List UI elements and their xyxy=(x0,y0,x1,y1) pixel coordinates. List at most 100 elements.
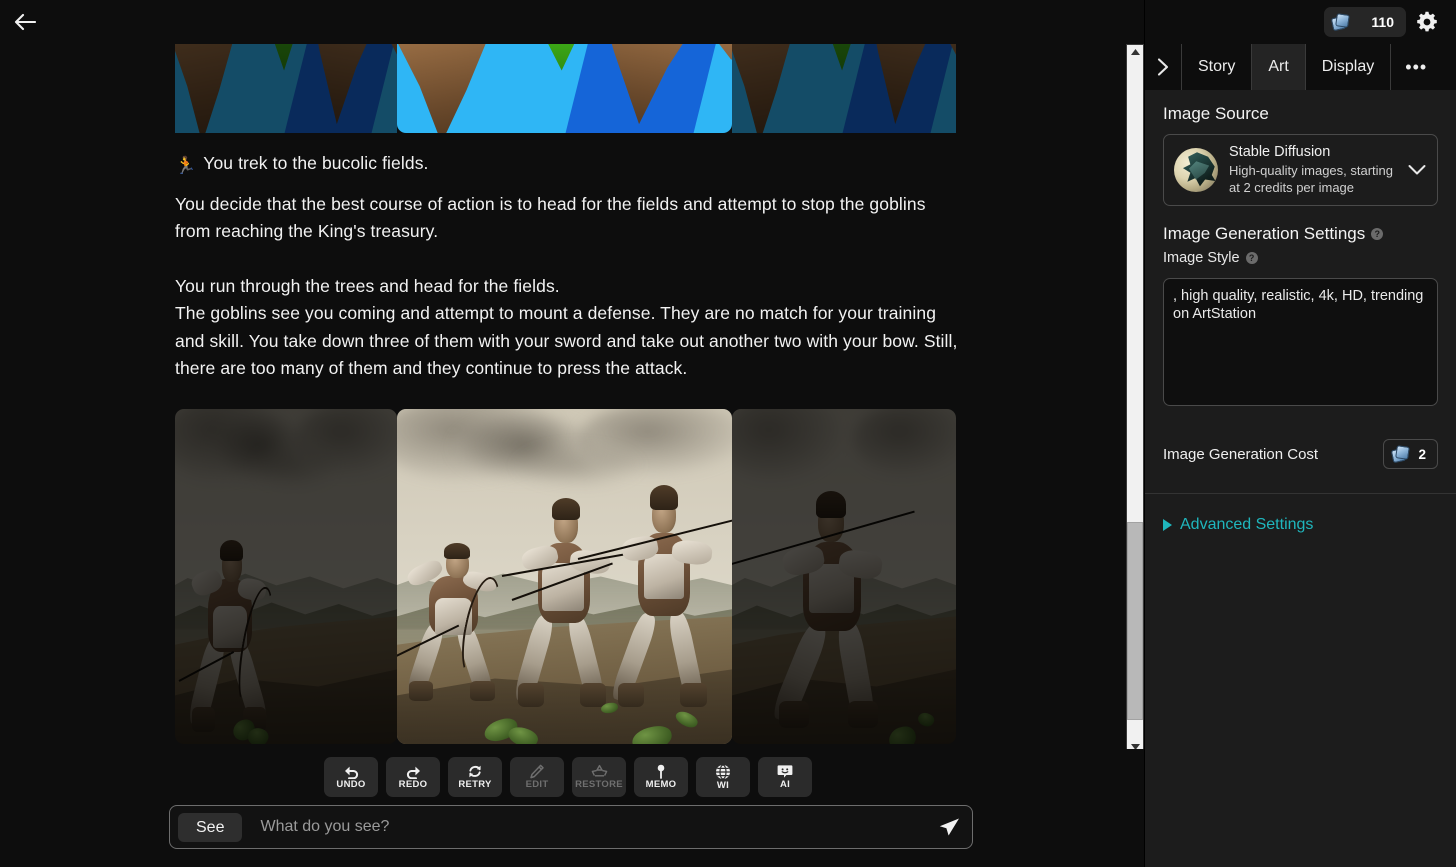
image-style-label: Image Style xyxy=(1163,250,1240,266)
carousel-image-next[interactable] xyxy=(732,408,956,744)
fantasy-archers-art xyxy=(397,408,732,744)
image-generation-cost-label: Image Generation Cost xyxy=(1163,445,1319,463)
pixel-landscape-art xyxy=(175,44,397,133)
globe-icon xyxy=(716,763,730,780)
pin-icon xyxy=(657,764,665,779)
edit-button[interactable]: EDIT xyxy=(510,757,564,797)
image-generation-cost-value: 2 xyxy=(1418,446,1426,462)
story-paragraph-2: You run through the trees and head for t… xyxy=(175,275,560,296)
scroll-down-arrow-icon xyxy=(1130,743,1140,749)
redo-label: REDO xyxy=(398,779,428,790)
credit-token-icon xyxy=(1391,445,1411,464)
fantasy-archers-art xyxy=(732,408,956,744)
help-circle-icon[interactable]: ? xyxy=(1245,252,1258,264)
banner-thumb-current[interactable] xyxy=(397,44,732,133)
pixel-landscape-art xyxy=(732,44,956,133)
story-topbar xyxy=(0,0,1144,44)
undo-arrow-icon xyxy=(344,766,358,779)
tab-display[interactable]: Display xyxy=(1304,44,1390,90)
archer-figure-center xyxy=(501,498,631,708)
advanced-settings-label: Advanced Settings xyxy=(1180,516,1314,533)
pixel-landscape-art xyxy=(397,44,732,133)
image-source-description: High-quality images, starting at 2 credi… xyxy=(1229,163,1394,195)
story-scroll-region[interactable]: 🏃 You trek to the bucolic fields. You dec… xyxy=(0,44,1144,749)
carousel-image-prev[interactable] xyxy=(175,408,397,744)
chevron-right-icon xyxy=(1157,58,1169,76)
settings-button[interactable] xyxy=(1412,7,1442,37)
expand-sidebar-button[interactable] xyxy=(1145,44,1181,90)
redo-button[interactable]: REDO xyxy=(386,757,440,797)
retry-label: RETRY xyxy=(458,779,492,790)
archer-figure-left xyxy=(397,542,507,702)
generation-settings-header: Image Generation Settings ? xyxy=(1163,224,1438,244)
story-pane: 🏃 You trek to the bucolic fields. You dec… xyxy=(0,0,1144,867)
arrow-left-icon xyxy=(14,13,36,31)
banner-thumb-next[interactable] xyxy=(732,44,956,133)
sidebar-tabbar: Story Art Display ••• xyxy=(1145,44,1456,90)
world-info-label: WI xyxy=(716,779,730,791)
ai-label: AI xyxy=(779,779,791,790)
memo-label: MEMO xyxy=(645,779,677,790)
image-source-name: Stable Diffusion xyxy=(1229,144,1331,160)
image-source-card[interactable]: Stable Diffusion High-quality images, st… xyxy=(1163,134,1438,206)
image-source-title: Image Source xyxy=(1163,104,1269,123)
edit-label: EDIT xyxy=(525,779,549,790)
speech-bubble-icon xyxy=(777,765,793,778)
scrollbar-up-button[interactable] xyxy=(1127,45,1143,58)
carousel-image-current[interactable] xyxy=(397,408,732,744)
send-paper-plane-icon xyxy=(939,818,959,836)
sidebar-divider xyxy=(1145,493,1456,494)
story-text-block[interactable]: 🏃 You trek to the bucolic fields. You dec… xyxy=(175,150,965,383)
send-button[interactable] xyxy=(936,814,962,840)
memo-button[interactable]: MEMO xyxy=(634,757,688,797)
story-action-text: You trek to the bucolic fields. xyxy=(203,153,429,173)
pencil-icon xyxy=(530,764,544,779)
generation-settings-title: Image Generation Settings xyxy=(1163,224,1366,243)
story-action-line: 🏃 You trek to the bucolic fields. xyxy=(175,150,965,178)
input-mode-button[interactable]: See xyxy=(178,812,243,842)
scrollbar-track[interactable] xyxy=(1127,58,1143,740)
help-circle-icon[interactable]: ? xyxy=(1371,228,1384,240)
sidebar-body: Image Source Stable Diffusion High-quali… xyxy=(1145,90,1456,867)
running-person-icon: 🏃 xyxy=(175,156,197,175)
story-paragraph-1: You decide that the best course of actio… xyxy=(175,193,926,242)
image-generation-cost-badge: 2 xyxy=(1383,439,1438,469)
tab-art[interactable]: Art xyxy=(1251,44,1305,90)
story-content: 🏃 You trek to the bucolic fields. You dec… xyxy=(0,44,968,744)
prompt-bar-wrapper: See xyxy=(0,805,1144,867)
refresh-icon xyxy=(469,765,481,778)
sidebar-topbar: 110 xyxy=(1145,0,1456,44)
scrollbar-down-button[interactable] xyxy=(1127,740,1143,749)
credits-count: 110 xyxy=(1371,14,1394,30)
scrollbar-thumb[interactable] xyxy=(1127,521,1143,720)
pixel-art-banner-carousel xyxy=(175,44,965,133)
more-tabs-button[interactable]: ••• xyxy=(1390,44,1441,90)
recycle-icon xyxy=(591,764,607,777)
undo-button[interactable]: UNDO xyxy=(324,757,378,797)
tab-story[interactable]: Story xyxy=(1181,44,1251,90)
story-scrollbar[interactable] xyxy=(1126,44,1144,749)
image-style-field-header: Image Style ? xyxy=(1163,250,1438,266)
fantasy-archers-art xyxy=(175,408,397,744)
dragon-avatar xyxy=(1174,148,1218,192)
restore-button[interactable]: RESTORE xyxy=(572,757,626,797)
triangle-right-icon xyxy=(1163,519,1172,531)
credit-token-icon xyxy=(1330,13,1350,32)
redo-arrow-icon xyxy=(406,766,420,779)
world-info-button[interactable]: WI xyxy=(696,757,750,797)
credits-button[interactable]: 110 xyxy=(1324,7,1406,37)
prompt-input[interactable] xyxy=(242,818,936,836)
image-source-expand[interactable] xyxy=(1407,164,1427,176)
retry-button[interactable]: RETRY xyxy=(448,757,502,797)
image-style-input[interactable] xyxy=(1163,278,1438,406)
banner-thumb-prev[interactable] xyxy=(175,44,397,133)
ai-button[interactable]: AI xyxy=(758,757,812,797)
chevron-down-icon xyxy=(1408,165,1426,175)
back-button[interactable] xyxy=(8,5,42,39)
advanced-settings-toggle[interactable]: Advanced Settings xyxy=(1163,516,1438,534)
restore-label: RESTORE xyxy=(575,779,623,790)
prompt-bar[interactable]: See xyxy=(169,805,973,849)
story-paragraph-3: The goblins see you coming and attempt t… xyxy=(175,303,958,378)
image-generation-cost-row: Image Generation Cost 2 xyxy=(1163,439,1438,469)
archer-figure-right xyxy=(577,485,732,708)
